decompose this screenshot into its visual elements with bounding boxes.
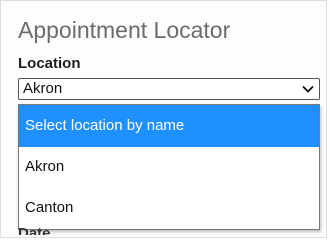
location-label: Location [18,55,81,72]
date-label: Date [18,225,51,235]
date-label-text: Date [18,225,51,235]
location-options-list: Select location by name Akron Canton [18,104,320,230]
location-select[interactable]: Akron [18,78,320,100]
appointment-locator-panel: Appointment Locator Location Akron Selec… [0,0,327,238]
location-option-canton[interactable]: Canton [19,187,319,229]
location-option-select-by-name[interactable]: Select location by name [19,105,319,147]
page-title: Appointment Locator [18,17,231,43]
location-selected-value: Akron [23,80,63,97]
chevron-down-icon [302,86,314,93]
location-option-akron[interactable]: Akron [19,147,319,187]
